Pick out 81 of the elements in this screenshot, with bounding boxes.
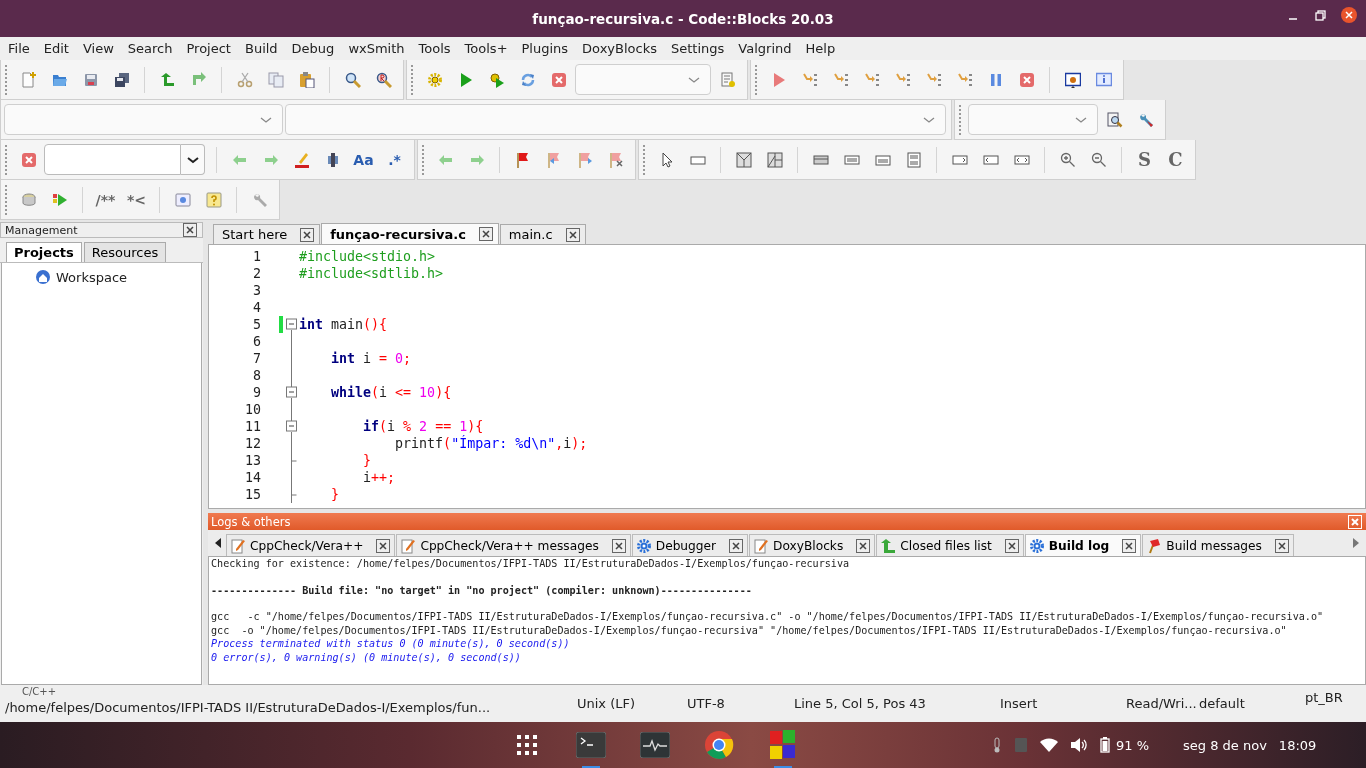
- panel-title: Management: [5, 223, 78, 237]
- code-line: int i = 0;: [330, 351, 412, 366]
- encoding: UTF-8: [687, 696, 726, 711]
- line-number: 7: [252, 351, 261, 366]
- code-editor[interactable]: 1 #include<stdio.h> 2 #include<sdtlib.h> 3 4 5 int main(){ 6 7 int i = 0; 8 9 while(i <= 10){ 10 11 if(i % 2 == 1){ 12 printf("Ímpar: %d\n",i); 13 } 14 i++; 15 }: [208, 245, 1366, 509]
- line-number: 8: [252, 368, 261, 383]
- log-tab[interactable]: Debugger: [631, 534, 749, 556]
- menu-item[interactable]: Tools+: [457, 41, 515, 56]
- panel-title: Logs & others: [211, 514, 291, 529]
- code-line: #include<stdio.h>: [298, 249, 436, 264]
- line-number: 9: [252, 385, 261, 400]
- line-number: 12: [244, 436, 261, 451]
- date: seg 8 de nov: [1183, 737, 1267, 753]
- log-line: Process terminated with status 0 (0 minute(s), 0 second(s)): [211, 637, 571, 651]
- window-title: funçao-recursiva.c - Code::Blocks 20.03: [532, 10, 834, 27]
- line-number: 13: [244, 453, 261, 468]
- toolbar-glyph-button[interactable]: .*: [379, 151, 410, 168]
- tree-item[interactable]: Workspace: [56, 269, 128, 285]
- editor-tab[interactable]: main.c: [499, 224, 586, 244]
- log-line: Checking for existence: /home/felpes/Documentos/IFPI-TADS II/EstruturaDeDados-I/Exemplos/funçao-recursiva: [211, 557, 851, 571]
- toolbar-glyph-button[interactable]: S: [1129, 149, 1160, 170]
- log-tab[interactable]: CppCheck/Vera++: [226, 534, 396, 556]
- toolbar-glyph-button[interactable]: Aa: [348, 151, 379, 168]
- access-mode: Read/Wri...: [1126, 696, 1198, 711]
- log-line: 0 error(s), 0 warning(s) (0 minute(s), 0 second(s)): [211, 650, 522, 664]
- toolbar-glyph-button[interactable]: C: [1160, 149, 1191, 170]
- log-tab[interactable]: DoxyBlocks: [749, 534, 876, 556]
- theme-name: default: [1199, 696, 1246, 711]
- code-line: if(i % 2 == 1){: [362, 419, 484, 434]
- code-line: int main(){: [298, 317, 388, 332]
- menu-item[interactable]: Debug: [284, 41, 342, 56]
- language-label: C/C++: [22, 686, 57, 697]
- code-line: i++;: [362, 470, 396, 485]
- log-tab[interactable]: Closed files list: [876, 534, 1024, 556]
- code-line: }: [362, 453, 372, 468]
- file-path: /home/felpes/Documentos/IFPI-TADS II/EstruturaDeDados-I/Exemplos/fun...: [4, 700, 492, 715]
- log-tab[interactable]: Build messages: [1142, 534, 1294, 556]
- code-line: #include<sdtlib.h>: [298, 266, 444, 281]
- line-number: 15: [244, 487, 261, 502]
- log-line: gcc -c "/home/felpes/Documentos/IFPI-TADS II/EstruturaDeDados-I/Exemplos/funçao-recursiva.c" -o "/home/felpes/Documentos/IFPI-TADS II/EstruturaDeDados-I/Exemplos/funçao-recursiva.o": [211, 610, 1325, 624]
- line-number: 14: [244, 470, 261, 485]
- code-line: printf("Ímpar: %d\n",i);: [394, 436, 588, 451]
- line-number: 10: [244, 402, 261, 417]
- menu-item[interactable]: Valgrind: [731, 41, 799, 56]
- menu-item[interactable]: Edit: [36, 41, 76, 56]
- line-number: 3: [252, 283, 261, 298]
- panel-tab[interactable]: Projects: [6, 242, 82, 262]
- menu-item[interactable]: DoxyBlocks: [575, 41, 664, 56]
- menu-item[interactable]: View: [75, 41, 121, 56]
- menu-item[interactable]: Plugins: [514, 41, 576, 56]
- line-number: 5: [252, 317, 261, 332]
- log-tab[interactable]: Build log: [1024, 534, 1142, 556]
- cursor-position: Line 5, Col 5, Pos 43: [794, 696, 927, 711]
- panel-tab[interactable]: Resources: [83, 242, 167, 262]
- code-line: }: [330, 487, 340, 502]
- menu-item[interactable]: Tools: [411, 41, 458, 56]
- log-line: gcc -o "/home/felpes/Documentos/IFPI-TADS II/EstruturaDeDados-I/Exemplos/funçao-recursiva" "/home/felpes/Documentos/IFPI-TADS II/EstruturaDeDados-I/Exemplos/funçao-recursiva.o": [211, 623, 1288, 637]
- code-line: while(i <= 10){: [330, 385, 452, 400]
- clock: 18:09: [1278, 737, 1317, 753]
- menu-item[interactable]: Build: [237, 41, 285, 56]
- line-number: 6: [252, 334, 261, 349]
- line-number: 4: [252, 300, 261, 315]
- toolbar-glyph-button[interactable]: /**: [90, 191, 121, 208]
- editor-tab[interactable]: Start here: [213, 224, 321, 244]
- battery-percentage: 91 %: [1116, 737, 1150, 753]
- log-line: -------------- Build file: "no target" in "no project" (compiler: unknown)---------------: [211, 583, 753, 597]
- spell-language: pt_BR: [1305, 690, 1344, 705]
- menu-item[interactable]: Search: [120, 41, 180, 56]
- toolbar-glyph-button[interactable]: *<: [121, 191, 152, 208]
- line-number: 2: [252, 266, 261, 281]
- line-number: 11: [244, 419, 261, 434]
- menu-item[interactable]: File: [1, 41, 37, 56]
- menu-item[interactable]: Settings: [664, 41, 732, 56]
- editor-tab[interactable]: funçao-recursiva.c: [321, 223, 499, 244]
- menu-item[interactable]: wxSmith: [341, 41, 412, 56]
- insert-mode: Insert: [1000, 696, 1039, 711]
- line-number: 1: [252, 249, 261, 264]
- line-ending: Unix (LF): [577, 696, 637, 711]
- log-tab[interactable]: CppCheck/Vera++ messages: [396, 534, 631, 556]
- menu-item[interactable]: Project: [179, 41, 238, 56]
- menu-item[interactable]: Help: [798, 41, 843, 56]
